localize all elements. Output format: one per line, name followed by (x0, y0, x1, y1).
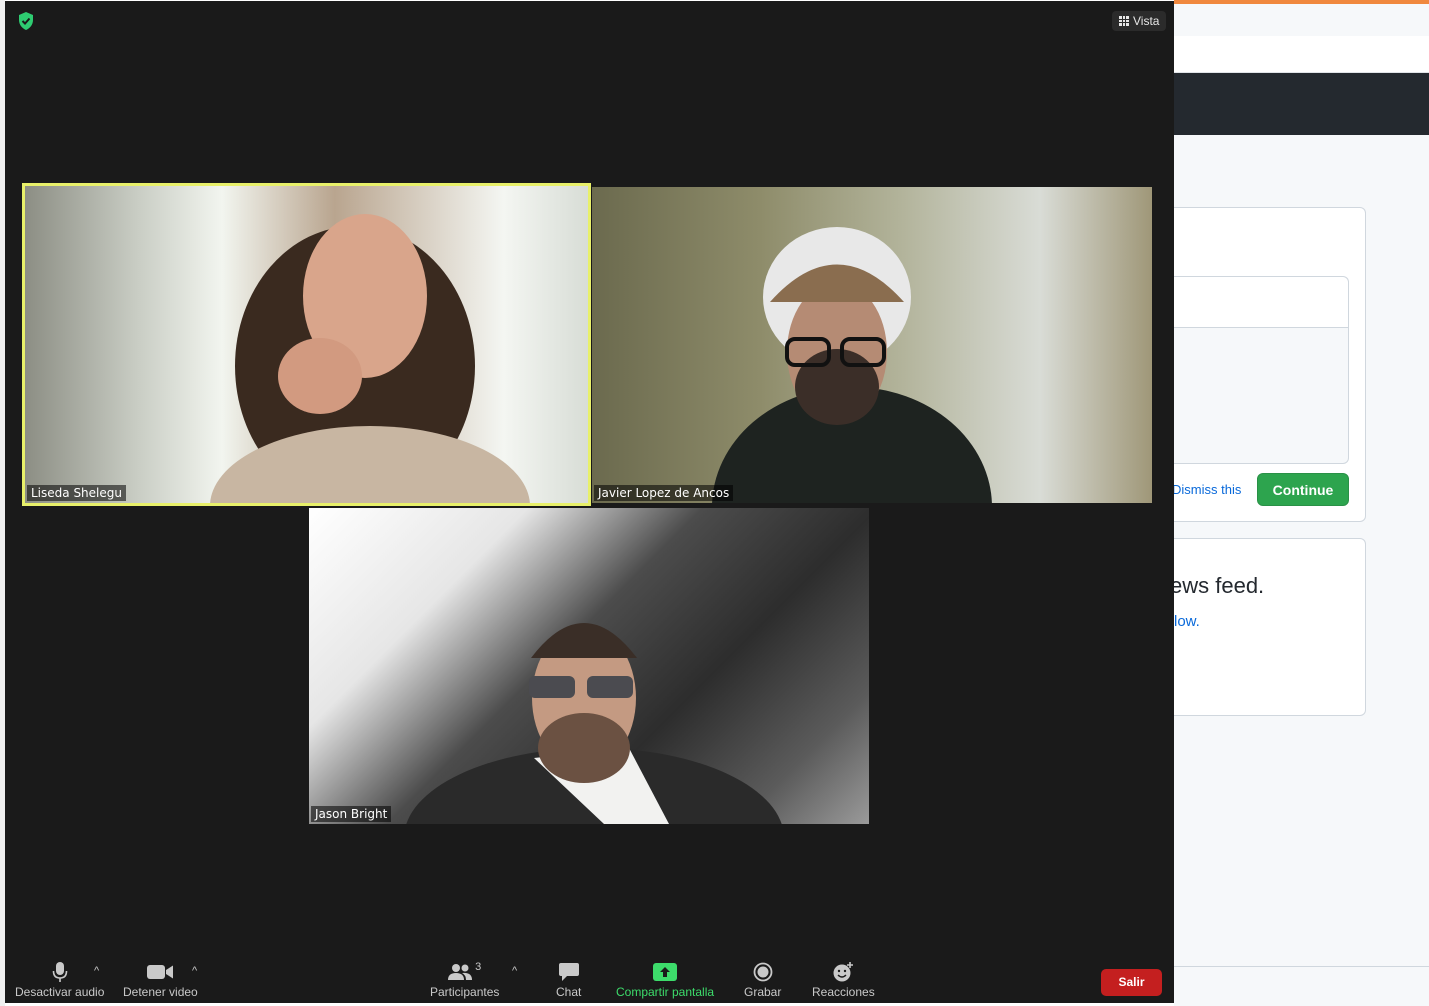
divider (1174, 966, 1429, 967)
encryption-shield-icon[interactable] (17, 11, 35, 31)
microphone-icon (52, 962, 67, 982)
participants-button[interactable]: 3 Participantes (430, 961, 499, 999)
video-tile-liseda[interactable]: Liseda Shelegu (22, 183, 591, 506)
video-options-chevron-icon[interactable]: ^ (192, 965, 197, 977)
participants-count: 3 (475, 961, 482, 973)
record-button[interactable]: Grabar (744, 961, 781, 999)
browser-address-bar[interactable] (1174, 36, 1429, 73)
share-screen-icon (653, 963, 678, 981)
stop-video-button[interactable]: Detener video (123, 961, 198, 999)
audio-options-chevron-icon[interactable]: ^ (94, 965, 99, 977)
participants-icon (448, 964, 473, 980)
zoom-meeting-window: Vista Liseda Shelegu Javier Lopez de Anc… (5, 1, 1174, 1003)
chat-bubble-icon (558, 963, 579, 981)
video-tile-jason[interactable]: Jason Bright (309, 508, 869, 824)
text-area-header (1174, 277, 1348, 328)
video-tile-javier[interactable]: Javier Lopez de Ancos (592, 187, 1152, 503)
setup-card: Dismiss this Continue (1172, 207, 1366, 522)
grid-view-icon (1119, 16, 1129, 26)
site-header (1174, 73, 1429, 135)
mute-button[interactable]: Desactivar audio (15, 961, 104, 999)
view-button-label: Vista (1133, 14, 1160, 28)
share-screen-button[interactable]: Compartir pantalla (616, 961, 714, 999)
participant-video-image (712, 227, 992, 503)
reactions-smiley-icon (833, 962, 854, 982)
browser-tab-bar (1174, 4, 1429, 36)
share-screen-label: Compartir pantalla (616, 985, 715, 999)
participant-name-label: Liseda Shelegu (27, 485, 126, 501)
participants-options-chevron-icon[interactable]: ^ (512, 965, 517, 977)
reactions-button[interactable]: Reacciones (812, 961, 875, 999)
news-feed-card: ews feed. low. (1170, 538, 1366, 716)
stop-video-label: Detener video (123, 985, 198, 999)
follow-link[interactable]: low. (1174, 613, 1200, 630)
participants-label: Participantes (430, 985, 500, 999)
participant-name-label: Jason Bright (311, 806, 392, 822)
text-area[interactable] (1174, 276, 1349, 464)
background-browser-page: Dismiss this Continue ews feed. low. (1170, 0, 1429, 1006)
record-icon (753, 962, 773, 982)
dismiss-link[interactable]: Dismiss this (1172, 482, 1241, 497)
chat-button[interactable]: Chat (556, 961, 581, 999)
meeting-toolbar: Desactivar audio ^ Detener video ^ 3 Par… (5, 951, 1174, 1003)
news-feed-heading: ews feed. (1170, 573, 1265, 598)
view-button[interactable]: Vista (1112, 11, 1167, 31)
record-label: Grabar (744, 985, 782, 999)
reactions-label: Reacciones (812, 985, 875, 999)
participant-name-label: Javier Lopez de Ancos (594, 485, 734, 501)
continue-button[interactable]: Continue (1257, 473, 1349, 506)
participant-video-image (210, 214, 530, 503)
chat-label: Chat (556, 985, 582, 999)
mute-label: Desactivar audio (15, 985, 105, 999)
participant-video-image (406, 623, 782, 824)
video-camera-icon (147, 965, 174, 979)
leave-meeting-button[interactable]: Salir (1101, 969, 1162, 996)
